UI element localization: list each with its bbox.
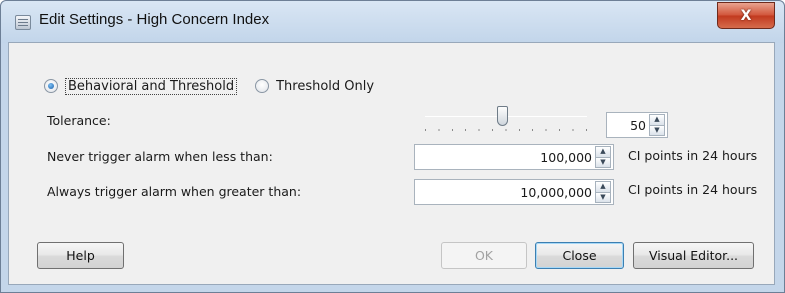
tolerance-slider[interactable] — [425, 106, 587, 134]
threshold-only-radio[interactable] — [255, 79, 270, 93]
close-button[interactable]: Close — [535, 242, 624, 269]
always-trigger-unit: CI points in 24 hours — [628, 182, 758, 197]
close-window-button[interactable]: X — [717, 2, 775, 29]
never-trigger-spinner[interactable]: 100,000 ▲ ▼ — [414, 144, 614, 170]
spin-down-icon[interactable]: ▼ — [595, 192, 611, 203]
always-trigger-spin-buttons: ▲ ▼ — [595, 181, 611, 203]
tolerance-label: Tolerance: — [47, 113, 111, 128]
window-title: Edit Settings - High Concern Index — [39, 11, 270, 28]
never-trigger-spin-buttons: ▲ ▼ — [595, 146, 611, 168]
help-button[interactable]: Help — [37, 242, 124, 269]
title-bar[interactable]: Edit Settings - High Concern Index X — [1, 1, 784, 43]
never-trigger-label: Never trigger alarm when less than: — [47, 149, 273, 164]
ok-button[interactable]: OK — [441, 242, 527, 269]
slider-thumb[interactable] — [497, 106, 508, 126]
spin-up-icon[interactable]: ▲ — [649, 114, 665, 126]
tolerance-spinner[interactable]: 50 ▲ ▼ — [606, 112, 668, 138]
spin-up-icon[interactable]: ▲ — [595, 181, 611, 193]
never-trigger-unit: CI points in 24 hours — [628, 148, 758, 163]
never-trigger-value[interactable]: 100,000 — [415, 150, 595, 165]
always-trigger-label: Always trigger alarm when greater than: — [47, 184, 302, 199]
behavioral-threshold-radio[interactable] — [44, 79, 58, 93]
spin-up-icon[interactable]: ▲ — [595, 146, 611, 158]
settings-window-icon — [15, 15, 31, 30]
visual-editor-button[interactable]: Visual Editor... — [633, 242, 754, 269]
tolerance-value[interactable]: 50 — [607, 118, 649, 133]
mode-radio-group: Behavioral and Threshold Threshold Only — [44, 76, 374, 96]
spin-down-icon[interactable]: ▼ — [649, 125, 665, 136]
spin-down-icon[interactable]: ▼ — [595, 157, 611, 168]
tolerance-spin-buttons: ▲ ▼ — [649, 114, 665, 136]
threshold-only-label[interactable]: Threshold Only — [276, 79, 374, 94]
always-trigger-spinner[interactable]: 10,000,000 ▲ ▼ — [414, 179, 614, 205]
always-trigger-value[interactable]: 10,000,000 — [415, 185, 595, 200]
behavioral-threshold-label[interactable]: Behavioral and Threshold — [65, 77, 238, 95]
slider-ticks — [425, 129, 587, 131]
